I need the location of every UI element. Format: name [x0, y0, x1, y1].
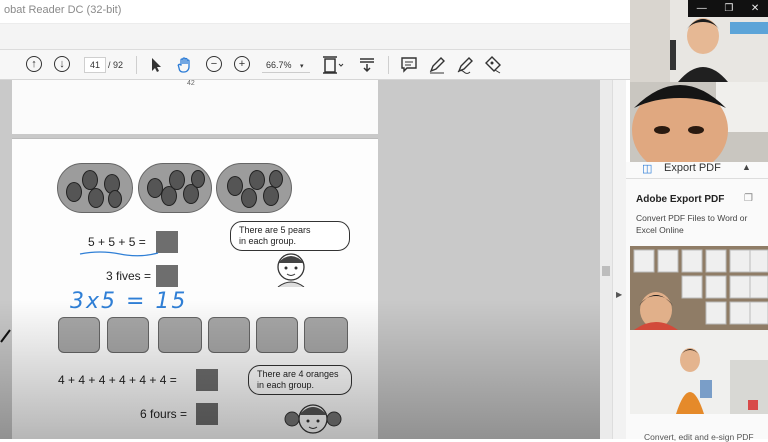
- fit-page-button[interactable]: [322, 56, 344, 74]
- hand-tool-button[interactable]: [176, 56, 194, 74]
- fit-page-icon: [323, 56, 344, 74]
- word-multiplication-oranges: 6 fours =: [140, 407, 188, 421]
- speech-bubble-pears: There are 5 pears in each group.: [230, 221, 350, 251]
- repeated-addition-oranges: 4 + 4 + 4 + 4 + 4 + 4 =: [58, 373, 177, 387]
- page-number-label: 42: [187, 80, 195, 87]
- export-description: Convert PDF Files to Word or Excel Onlin…: [636, 213, 748, 235]
- zoom-value: 66.7%: [266, 60, 292, 70]
- right-panel-toggle-rail[interactable]: ▶: [612, 80, 626, 439]
- answer-box: [196, 403, 218, 425]
- zoom-in-button[interactable]: +: [234, 56, 252, 74]
- word-multiplication-pears: 3 fives =: [106, 269, 152, 283]
- bubble-line: There are 4 oranges: [257, 369, 339, 379]
- arrow-up-circle-icon: ↑: [26, 56, 42, 72]
- plus-circle-icon: +: [234, 56, 250, 72]
- toolbar: ↑ ↓ / 92 − + 66.7% ▾: [0, 50, 630, 80]
- participant-video: [630, 246, 768, 330]
- pear-group: [57, 163, 133, 213]
- video-tile-participant-2[interactable]: [630, 82, 768, 162]
- girl-illustration: [284, 404, 342, 434]
- answer-box: [156, 265, 178, 287]
- toolbar-divider: [136, 56, 137, 74]
- next-page-button[interactable]: ↓: [54, 56, 72, 74]
- highlight-button[interactable]: [428, 56, 446, 74]
- speech-bubble-oranges: There are 4 oranges in each group.: [248, 365, 352, 395]
- underline-scribble: [79, 251, 159, 257]
- repeated-addition-pears: 5 + 5 + 5 =: [88, 235, 146, 249]
- arrow-down-circle-icon: ↓: [54, 56, 70, 72]
- zoom-select[interactable]: 66.7% ▾: [262, 57, 310, 73]
- minus-circle-icon: −: [206, 56, 222, 72]
- sign-button[interactable]: [456, 56, 474, 74]
- participant-video: [630, 330, 768, 414]
- bubble-line: in each group.: [239, 236, 297, 246]
- window-controls: — ❐ ✕: [688, 0, 768, 17]
- stamp-icon: [485, 56, 501, 74]
- hand-icon: [177, 57, 190, 73]
- collapse-icon[interactable]: ▲: [742, 162, 751, 172]
- comment-icon: [401, 57, 417, 73]
- orange-group: [256, 317, 298, 353]
- title-bar: obat Reader DC (32-bit): [0, 0, 630, 24]
- pen-icon: [429, 57, 445, 74]
- stamp-button[interactable]: [484, 56, 502, 74]
- chevron-right-icon[interactable]: ▶: [616, 290, 622, 299]
- mouse-cursor: [0, 329, 11, 343]
- participant-video: [630, 82, 768, 162]
- export-pdf-tab[interactable]: Export PDF: [664, 162, 721, 174]
- bubble-line: in each group.: [257, 380, 315, 390]
- vertical-scrollbar[interactable]: [600, 80, 612, 439]
- comment-button[interactable]: [400, 56, 418, 74]
- previous-page: 42: [12, 80, 378, 134]
- orange-group: [107, 317, 149, 353]
- zoom-out-button[interactable]: −: [206, 56, 224, 74]
- boy-illustration: [277, 253, 305, 287]
- window-title: obat Reader DC (32-bit): [4, 4, 122, 16]
- menu-bar: [0, 24, 630, 50]
- export-footer-text: Convert, edit and e-sign PDF: [644, 432, 754, 442]
- orange-group: [304, 317, 348, 353]
- minimize-icon[interactable]: —: [697, 3, 707, 14]
- pear-group: [138, 163, 212, 213]
- current-page: 5 + 5 + 5 = There are 5 pears in each gr…: [12, 138, 378, 439]
- orange-group: [58, 317, 100, 353]
- chevron-down-icon: ▾: [300, 63, 304, 70]
- scrollbar-thumb[interactable]: [602, 266, 610, 276]
- document-viewport[interactable]: 42 5 + 5 + 5 = There are 5 pears in each…: [0, 80, 600, 439]
- previous-page-button[interactable]: ↑: [26, 56, 44, 74]
- bubble-line: There are 5 pears: [239, 225, 311, 235]
- pear-group: [216, 163, 292, 213]
- cursor-icon: [152, 58, 161, 72]
- answer-box: [196, 369, 218, 391]
- orange-group: [158, 317, 202, 353]
- handwritten-answer: 3x5 = 15: [70, 289, 188, 314]
- export-panel-title: Adobe Export PDF: [636, 194, 725, 205]
- toolbar-divider: [388, 56, 389, 74]
- scroll-mode-button[interactable]: [358, 56, 376, 74]
- orange-group: [208, 317, 250, 353]
- page-total: / 92: [108, 60, 124, 70]
- scroll-mode-icon: [360, 58, 374, 73]
- close-icon[interactable]: ✕: [751, 3, 759, 14]
- sign-icon: [457, 57, 473, 74]
- copy-icon[interactable]: ❐: [744, 193, 753, 204]
- panel-divider: [626, 178, 768, 179]
- page-number-input[interactable]: [84, 57, 106, 73]
- video-tile-participant-3[interactable]: [630, 246, 768, 330]
- export-pdf-icon: ◫: [642, 163, 653, 175]
- select-tool-button[interactable]: [148, 56, 166, 74]
- restore-icon[interactable]: ❐: [724, 3, 733, 14]
- video-tile-participant-4[interactable]: [630, 330, 768, 414]
